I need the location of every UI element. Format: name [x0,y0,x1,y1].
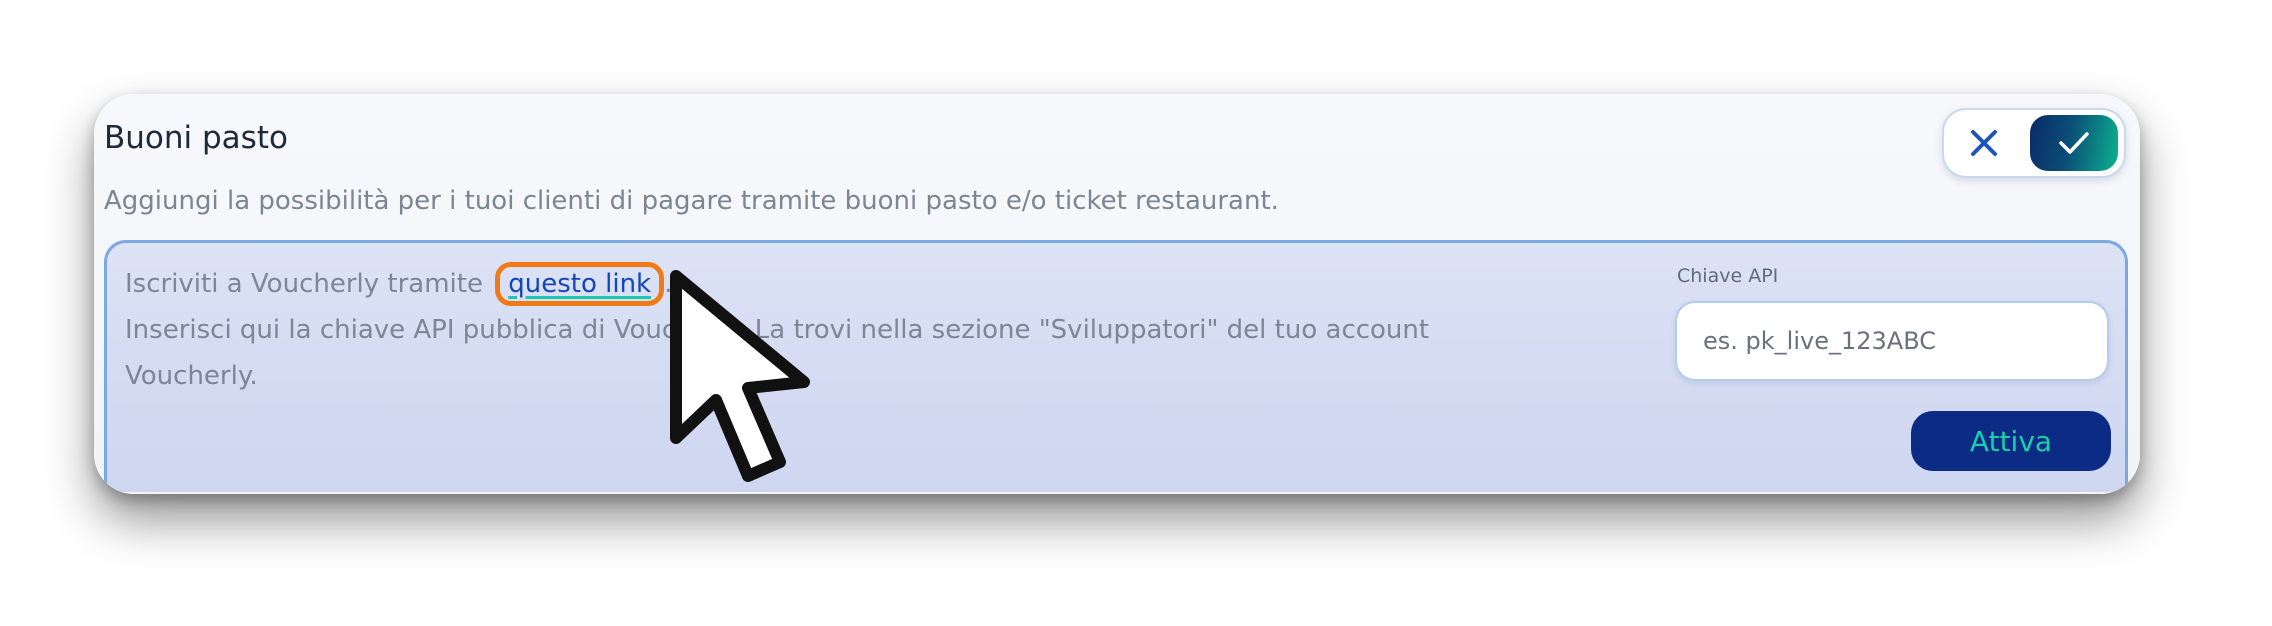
instructions-text: Iscriviti a Voucherly tramite questo lin… [125,261,1545,399]
link-highlight: questo link [495,262,665,306]
enable-toggle[interactable] [1942,108,2126,178]
stage: Buoni pasto Aggiungi la possibilità per … [0,0,2272,626]
activate-button[interactable]: Attiva [1911,411,2111,471]
toggle-on-button[interactable] [2030,115,2118,171]
mouse-pointer-icon [670,270,810,482]
check-icon [2059,132,2089,154]
card-title: Buoni pasto [104,120,288,156]
meal-voucher-card: Buoni pasto Aggiungi la possibilità per … [94,94,2140,494]
api-key-input[interactable] [1675,301,2109,381]
signup-link[interactable]: questo link [508,269,651,299]
card-subtitle: Aggiungi la possibilità per i tuoi clien… [104,186,1279,216]
api-key-label: Chiave API [1677,265,1779,287]
voucherly-config-panel: Iscriviti a Voucherly tramite questo lin… [104,240,2128,492]
toggle-off-button[interactable] [1954,116,2014,170]
instructions-line1-prefix: Iscriviti a Voucherly tramite [125,269,483,299]
close-icon [1971,130,1997,156]
